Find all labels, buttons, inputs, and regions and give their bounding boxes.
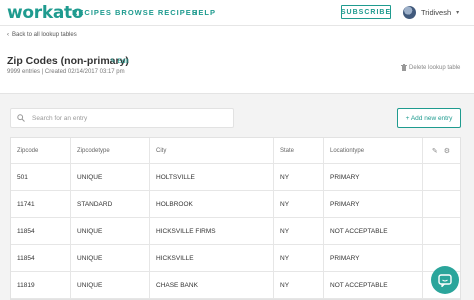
nav-help[interactable]: HELP — [192, 8, 216, 17]
edit-label: Edit — [117, 57, 129, 65]
cell-city: CHASE BANK — [156, 281, 198, 289]
nav-browse-recipes[interactable]: BROWSE RECIPES — [115, 8, 198, 17]
back-link[interactable]: ‹ Back to all lookup tables — [7, 32, 77, 38]
chevron-down-icon: ▾ — [456, 9, 460, 16]
cell-zipcodetype: UNIQUE — [77, 227, 103, 235]
search-placeholder: Search for an entry — [32, 114, 88, 122]
trash-icon — [401, 64, 407, 71]
delete-label: Delete lookup table — [409, 64, 461, 71]
cell-zipcodetype: UNIQUE — [77, 173, 103, 181]
cell-locationtype: PRIMARY — [330, 200, 360, 208]
cell-city: HICKSVILLE — [156, 254, 194, 262]
nav-recipes[interactable]: RECIPES — [72, 8, 112, 17]
table-header: Zipcode Zipcodetype City State Locationt… — [11, 138, 460, 164]
cell-state: NY — [280, 227, 290, 235]
user-name: Tridivesh — [421, 7, 452, 17]
cell-zipcodetype: UNIQUE — [77, 281, 103, 289]
table-row[interactable]: 11854 UNIQUE HICKSVILLE FIRMS NY NOT ACC… — [11, 218, 460, 245]
subscribe-button[interactable]: SUBSCRIBE — [341, 5, 391, 19]
cell-zipcode: 501 — [17, 173, 28, 181]
top-nav: workato RECIPES BROWSE RECIPES HELP SUBS… — [0, 0, 474, 26]
search-input[interactable]: Search for an entry — [10, 108, 234, 128]
column-header-zipcode[interactable]: Zipcode — [11, 138, 38, 163]
delete-table-link[interactable]: Delete lookup table — [401, 64, 460, 71]
table-row[interactable]: 501 UNIQUE HOLTSVILLE NY PRIMARY — [11, 164, 460, 191]
cell-locationtype: PRIMARY — [330, 254, 360, 262]
cell-locationtype: PRIMARY — [330, 173, 360, 181]
cell-zipcode: 11741 — [17, 200, 35, 208]
cell-city: HICKSVILLE FIRMS — [156, 227, 216, 235]
chat-button[interactable] — [431, 266, 459, 294]
chat-icon — [438, 273, 452, 287]
cell-zipcodetype: STANDARD — [77, 200, 113, 208]
column-header-state[interactable]: State — [274, 138, 294, 163]
cell-state: NY — [280, 200, 290, 208]
cell-zipcodetype: UNIQUE — [77, 254, 103, 262]
cell-city: HOLTSVILLE — [156, 173, 195, 181]
add-entry-button[interactable]: + Add new entry — [397, 108, 461, 128]
user-menu[interactable]: Tridivesh ▾ — [403, 4, 459, 20]
cell-city: HOLBROOK — [156, 200, 193, 208]
cell-zipcode: 11819 — [17, 281, 35, 289]
back-link-label: Back to all lookup tables — [12, 32, 77, 38]
edit-link[interactable]: ✎ Edit — [110, 57, 129, 66]
chevron-left-icon: ‹ — [7, 32, 9, 38]
table-row[interactable]: 11741 STANDARD HOLBROOK NY PRIMARY — [11, 191, 460, 218]
cell-zipcode: 11854 — [17, 227, 35, 235]
cell-state: NY — [280, 173, 290, 181]
column-header-city[interactable]: City — [150, 138, 166, 163]
table-meta: 9999 entries | Created 02/14/2017 03:17 … — [7, 69, 125, 75]
pencil-icon: ✎ — [110, 58, 116, 65]
entries-table: Zipcode Zipcodetype City State Locationt… — [10, 137, 461, 300]
cell-state: NY — [280, 254, 290, 262]
column-header-locationtype[interactable]: Locationtype — [324, 138, 364, 163]
table-row[interactable]: 11854 UNIQUE HICKSVILLE NY PRIMARY — [11, 245, 460, 272]
cell-state: NY — [280, 281, 290, 289]
column-header-zipcodetype[interactable]: Zipcodetype — [71, 138, 110, 163]
gear-icon[interactable]: ⚙ — [444, 147, 450, 155]
cell-zipcode: 11854 — [17, 254, 35, 262]
cell-locationtype: NOT ACCEPTABLE — [330, 227, 388, 235]
cell-locationtype: NOT ACCEPTABLE — [330, 281, 388, 289]
search-icon — [17, 114, 25, 122]
table-row[interactable]: 11819 UNIQUE CHASE BANK NY NOT ACCEPTABL… — [11, 272, 460, 299]
avatar — [403, 5, 416, 19]
pencil-icon[interactable]: ✎ — [432, 147, 438, 155]
